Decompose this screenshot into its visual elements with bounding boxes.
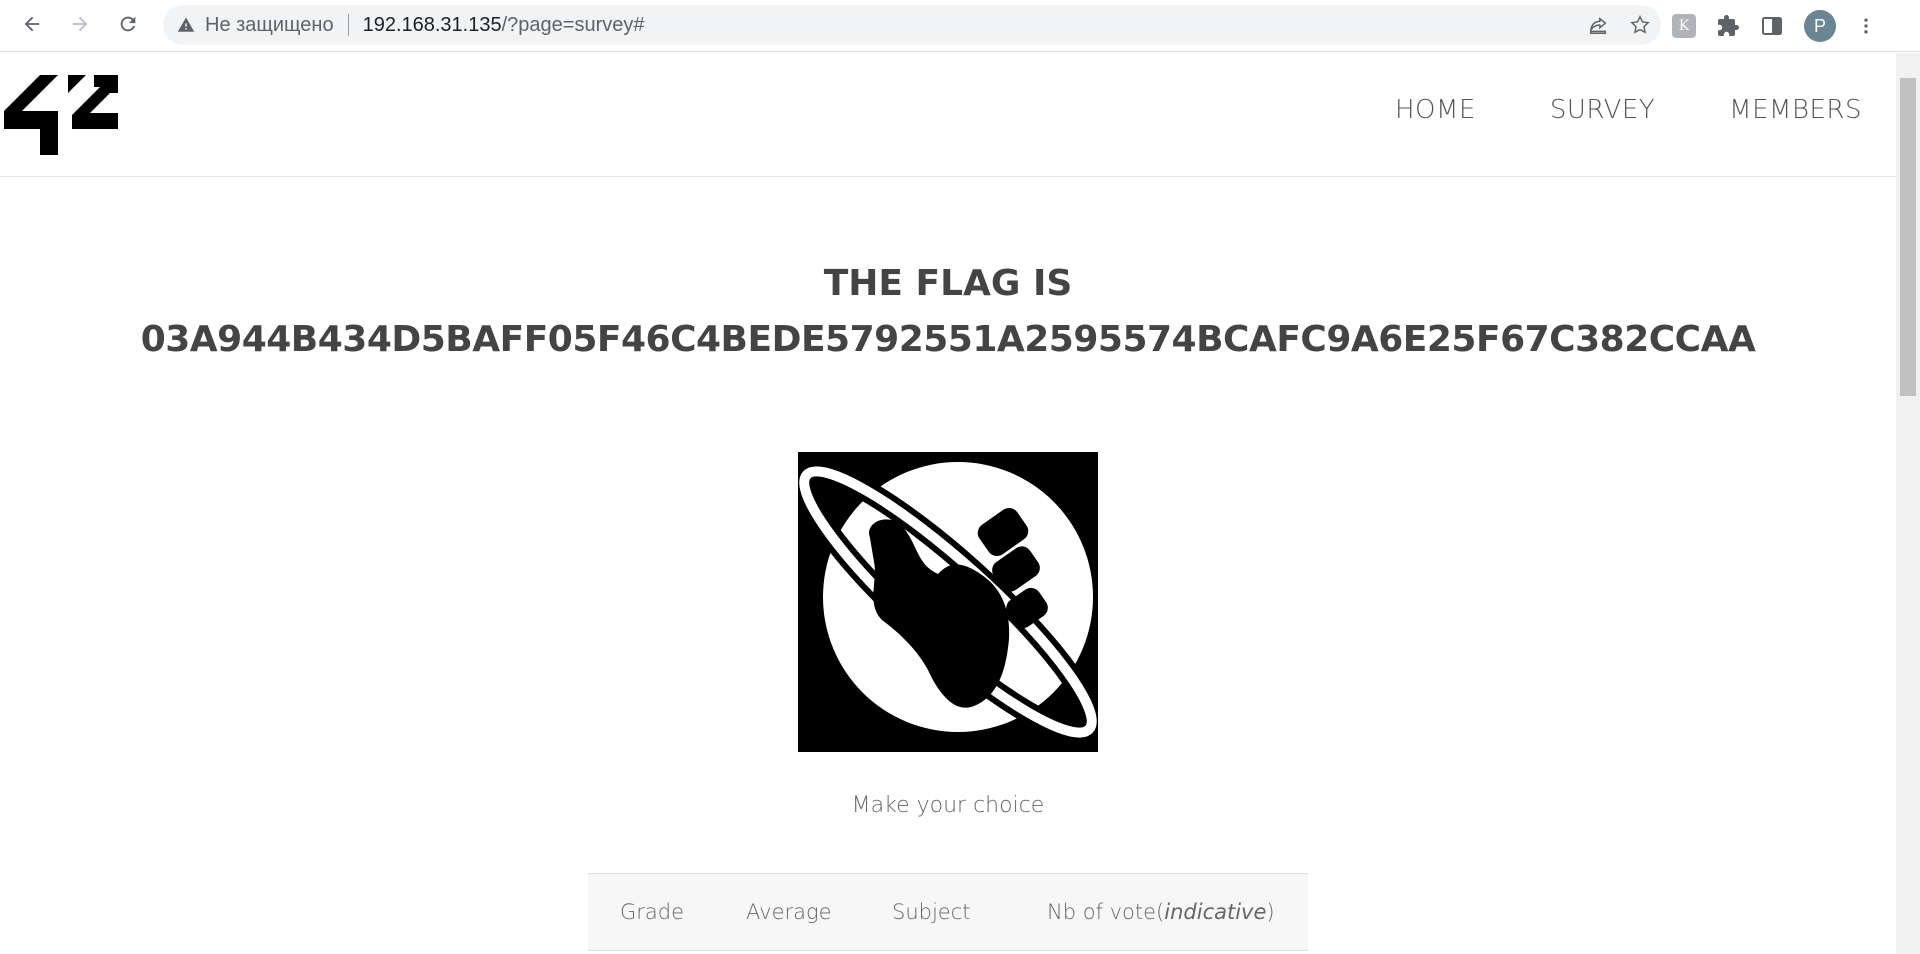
reload-button[interactable] (112, 8, 144, 40)
reload-icon (120, 16, 136, 32)
flag-heading: THE FLAG IS 03A944B434D5BAFF05F46C4BEDE5… (0, 256, 1896, 368)
security-label[interactable]: Не защищено (205, 14, 334, 37)
share-icon[interactable] (1587, 14, 1609, 36)
star-icon[interactable] (1629, 14, 1651, 36)
scrollbar-thumb[interactable] (1900, 78, 1916, 396)
forward-button[interactable] (64, 8, 96, 40)
column-nb-of-vote-label: Nb of vote( (1047, 900, 1165, 924)
flag-label: THE FLAG IS (823, 263, 1073, 304)
address-bar[interactable]: Не защищено 192.168.31.135 /?page=survey… (163, 5, 1661, 45)
page-scrollbar[interactable] (1896, 53, 1920, 954)
flag-value: 03A944B434D5BAFF05F46C4BEDE5792551A25955… (140, 319, 1756, 360)
site-header: HOME SURVEY MEMBERS (0, 53, 1896, 177)
nav-members[interactable]: MEMBERS (1729, 95, 1862, 125)
column-subject: Subject (892, 900, 971, 924)
puzzle-icon[interactable] (1716, 14, 1740, 38)
column-average: Average (746, 900, 832, 924)
omnibox-separator (347, 14, 349, 36)
back-button[interactable] (16, 8, 48, 40)
browser-toolbar: Не защищено 192.168.31.135 /?page=survey… (0, 0, 1920, 52)
side-panel-icon[interactable] (1760, 14, 1784, 38)
hitchhiker-thumb-image (798, 452, 1098, 752)
column-nb-of-vote: Nb of vote(indicative) (1047, 900, 1275, 924)
nav-survey[interactable]: SURVEY (1550, 95, 1655, 125)
profile-avatar[interactable]: P (1804, 10, 1836, 42)
survey-table-header: Grade Average Subject Nb of vote(indicat… (588, 873, 1308, 951)
extension-k-icon[interactable]: K (1672, 14, 1696, 38)
column-nb-of-vote-suffix: ) (1266, 900, 1275, 924)
warning-icon (177, 17, 195, 32)
arrow-right-icon (72, 16, 88, 32)
arrow-left-icon (24, 16, 40, 32)
column-nb-of-vote-italic: indicative (1164, 900, 1267, 924)
column-grade: Grade (620, 900, 685, 924)
choice-prompt: Make your choice (851, 793, 1045, 818)
logo-42[interactable] (4, 75, 118, 155)
main-nav: HOME SURVEY MEMBERS (1395, 95, 1862, 125)
more-vertical-icon[interactable] (1856, 14, 1876, 38)
url-host: 192.168.31.135 (362, 13, 502, 36)
url-path: /?page=survey# (501, 13, 645, 36)
nav-home[interactable]: HOME (1395, 95, 1476, 125)
